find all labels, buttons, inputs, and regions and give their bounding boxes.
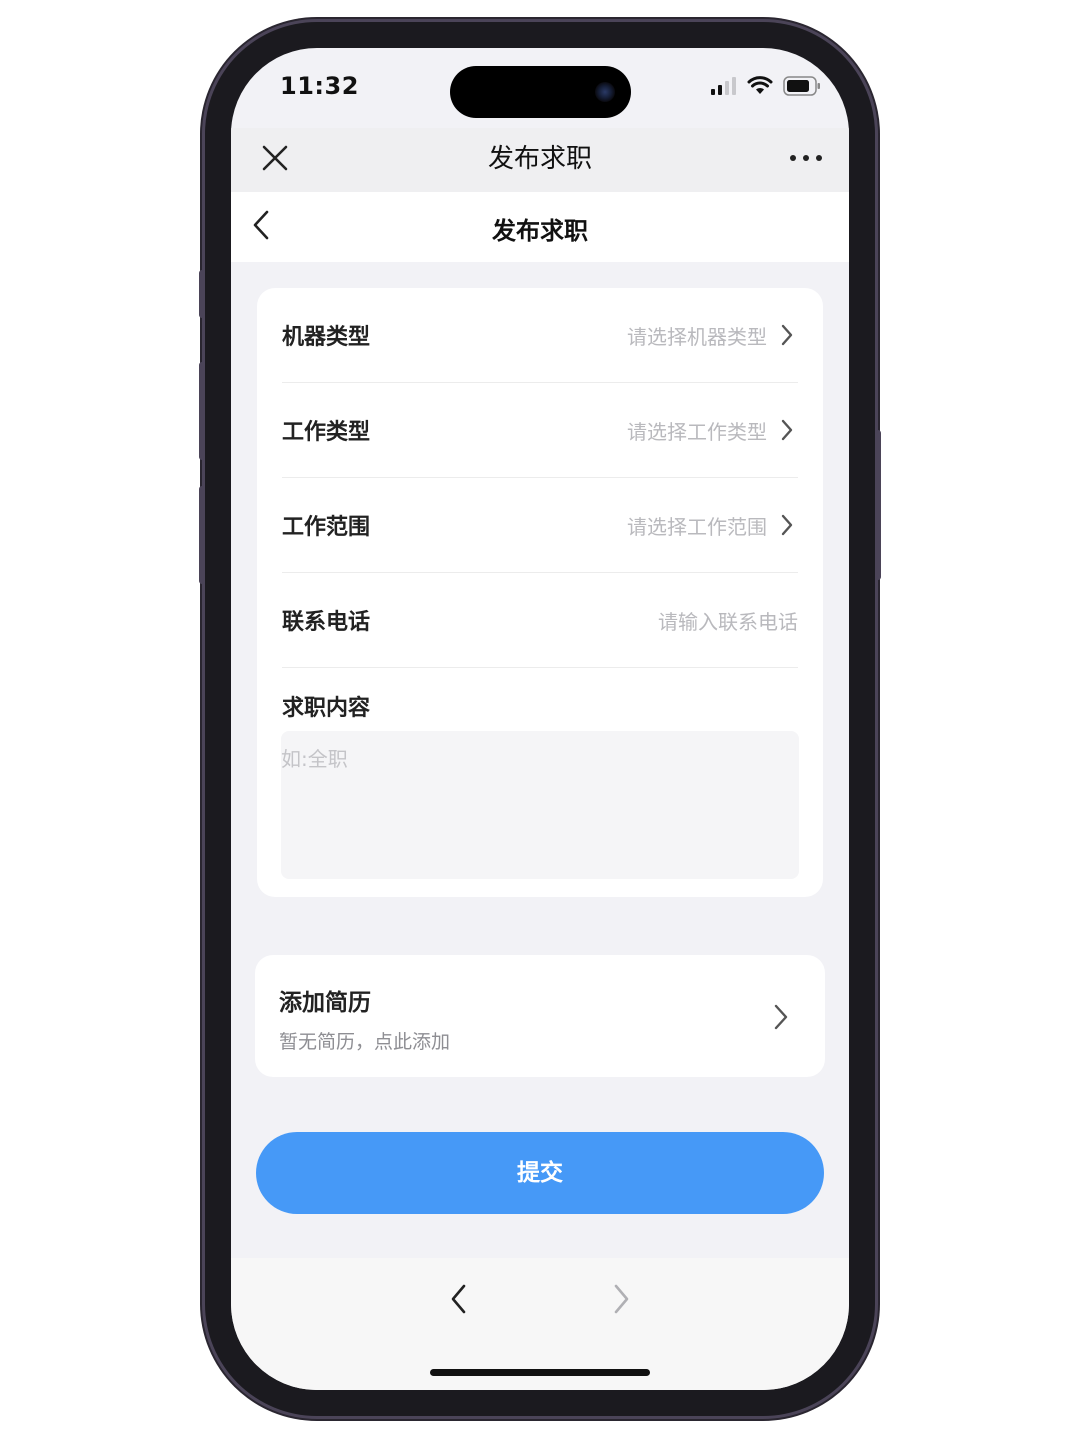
machine-type-value: 请选择机器类型 (627, 325, 767, 349)
volume-down-button (199, 486, 205, 584)
phone-row[interactable]: 联系电话 请输入联系电话 (282, 573, 798, 668)
content-label: 求职内容 (282, 696, 371, 721)
dynamic-island (450, 66, 631, 118)
resume-title: 添加简历 (279, 990, 371, 1016)
work-type-row[interactable]: 工作类型 请选择工作类型 (282, 383, 798, 478)
chevron-right-icon (773, 1003, 789, 1031)
browser-forward-button[interactable] (609, 1282, 633, 1316)
camera-icon (595, 82, 615, 102)
form-card: 机器类型 请选择机器类型 工作类型 请选择工作类型 工作范围 请选择工作范围 联… (257, 288, 823, 897)
phone-label: 联系电话 (282, 610, 371, 635)
chevron-right-icon (780, 323, 794, 347)
work-range-label: 工作范围 (282, 515, 371, 540)
page-title: 发布求职 (492, 217, 588, 245)
home-indicator[interactable] (430, 1369, 650, 1376)
submit-button[interactable]: 提交 (256, 1132, 824, 1214)
status-icons (711, 76, 821, 96)
browser-back-button[interactable] (447, 1282, 471, 1316)
work-range-row[interactable]: 工作范围 请选择工作范围 (282, 478, 798, 573)
status-time: 11:32 (280, 72, 359, 100)
page-header: 发布求职 (231, 192, 849, 262)
work-range-value: 请选择工作范围 (627, 515, 767, 539)
power-button (875, 430, 881, 580)
machine-type-row[interactable]: 机器类型 请选择机器类型 (282, 288, 798, 383)
chevron-right-icon (780, 418, 794, 442)
work-type-label: 工作类型 (282, 420, 371, 445)
volume-up-button (199, 362, 205, 460)
action-button (199, 270, 205, 318)
battery-icon (783, 76, 821, 96)
top-nav-bar: 发布求职 (231, 128, 849, 192)
phone-input[interactable]: 请输入联系电话 (658, 606, 798, 635)
chevron-left-icon (451, 1284, 466, 1314)
add-resume-card[interactable]: 添加简历 暂无简历，点此添加 (255, 955, 825, 1077)
signal-icon (711, 77, 737, 95)
work-type-value: 请选择工作类型 (627, 420, 767, 444)
more-button[interactable] (789, 142, 823, 174)
top-nav-title: 发布求职 (487, 144, 592, 174)
wifi-icon (747, 76, 773, 96)
content-textarea[interactable] (281, 731, 799, 879)
chevron-right-icon (780, 513, 794, 537)
chevron-right-icon (614, 1284, 629, 1314)
browser-bottom-bar (231, 1258, 849, 1390)
screen: 11:32 发布求职 发布求职 机器类型 请选择机器类型 工作类型 请选择工作类… (231, 48, 849, 1390)
machine-type-label: 机器类型 (282, 325, 371, 350)
more-icon (790, 155, 822, 161)
resume-subtitle: 暂无简历，点此添加 (279, 1031, 451, 1053)
